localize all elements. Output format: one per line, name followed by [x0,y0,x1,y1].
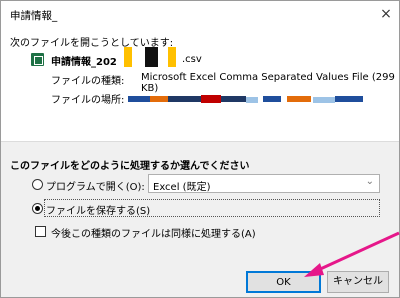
program-select[interactable]: Excel (既定) ⌄ [148,174,380,193]
file-download-dialog: 申請情報_ × 次のファイルを開こうとしています: 申請情報_202 .csv … [0,0,400,298]
cancel-button[interactable]: キャンセル [327,271,389,293]
file-extension: .csv [182,54,202,65]
remember-choice-label[interactable]: 今後この種類のファイルは同様に処理する(A) [51,225,256,240]
open-with-label[interactable]: プログラムで開く(O): [46,178,145,193]
file-location-label: ファイルの場所: [51,95,125,106]
title-bar: 申請情報_ × [1,1,399,29]
chevron-down-icon: ⌄ [365,176,374,187]
file-type-value: Microsoft Excel Comma Separated Values F… [141,72,395,94]
file-type-label: ファイルの種類: [51,76,125,87]
ok-button[interactable]: OK [246,271,321,293]
save-file-label[interactable]: ファイルを保存する(S) [46,202,150,217]
save-file-radio[interactable] [32,203,43,214]
open-with-radio[interactable] [32,179,43,190]
window-title: 申請情報_ [10,10,58,22]
close-icon[interactable]: × [377,5,395,23]
file-info-section: 次のファイルを開こうとしています: 申請情報_202 .csv ファイルの種類:… [1,29,399,141]
action-section: このファイルをどのように処理するか選んでください プログラムで開く(O): Ex… [1,141,399,297]
remember-choice-checkbox[interactable] [35,226,46,237]
file-name: 申請情報_202 [51,57,117,68]
program-select-value: Excel (既定) [153,182,211,193]
excel-file-icon [31,53,44,66]
action-prompt: このファイルをどのように処理するか選んでください [10,161,250,172]
